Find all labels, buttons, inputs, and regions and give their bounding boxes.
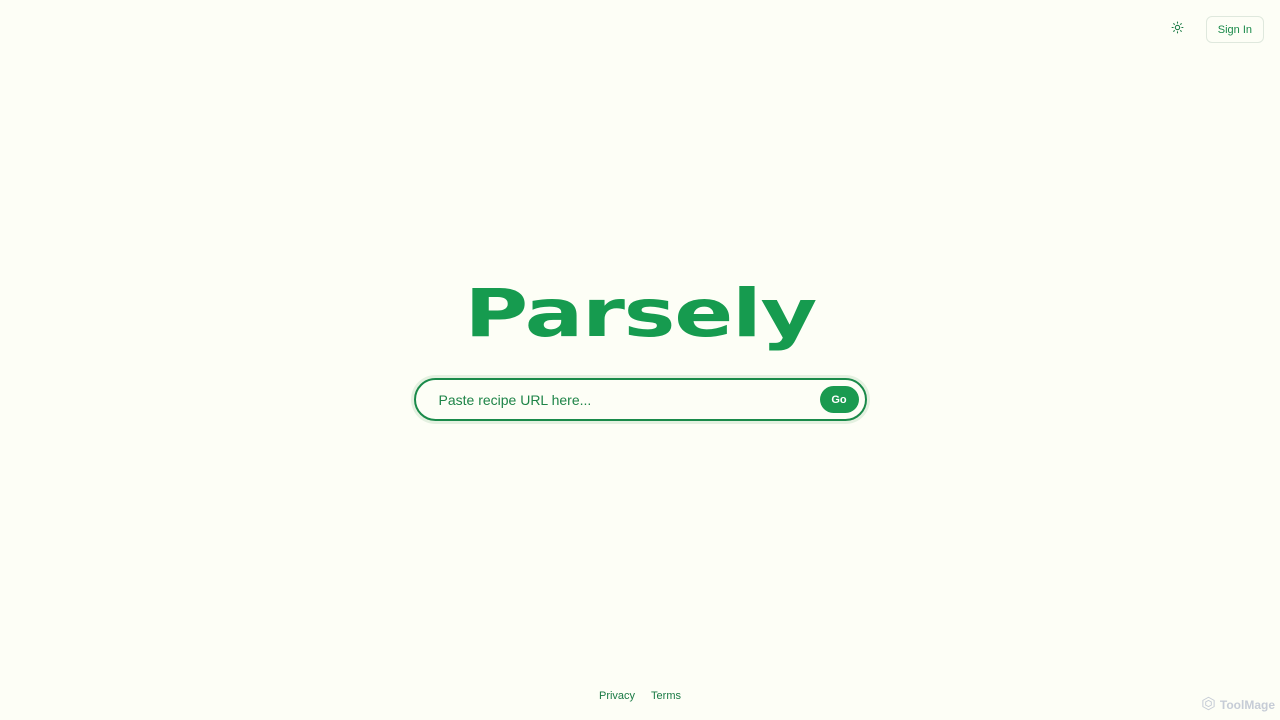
top-bar: Sign In bbox=[1160, 16, 1264, 43]
sun-icon bbox=[1171, 21, 1184, 39]
sign-in-button[interactable]: Sign In bbox=[1205, 16, 1264, 43]
go-button[interactable]: Go bbox=[819, 386, 859, 413]
watermark: ToolMage bbox=[1201, 696, 1275, 714]
terms-link[interactable]: Terms bbox=[651, 690, 681, 702]
toolmage-logo-icon bbox=[1201, 696, 1216, 714]
privacy-link[interactable]: Privacy bbox=[599, 690, 635, 702]
logo: Parsely bbox=[464, 275, 817, 352]
watermark-text: ToolMage bbox=[1219, 698, 1275, 712]
footer: Privacy Terms bbox=[0, 690, 1280, 702]
hero: Parsely Go bbox=[0, 275, 1280, 421]
recipe-url-input[interactable] bbox=[438, 391, 820, 408]
theme-toggle-button[interactable] bbox=[1160, 17, 1196, 43]
url-search-form: Go bbox=[413, 378, 867, 421]
page: Sign In Parsely Go Privacy Terms ToolMag… bbox=[0, 0, 1280, 720]
